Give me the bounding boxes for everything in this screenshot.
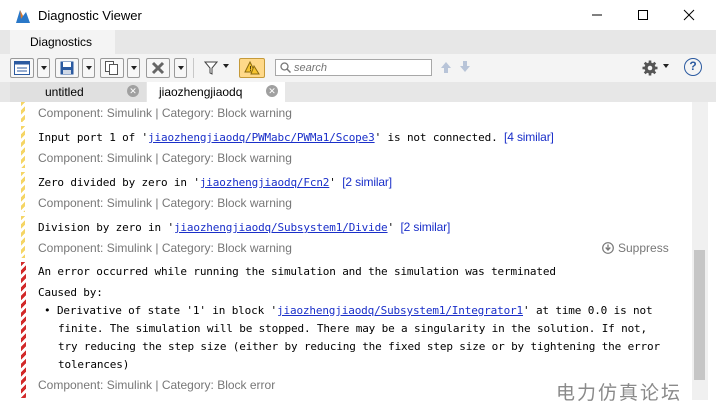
warning-filter-icon: ! (244, 61, 260, 75)
search-icon (280, 62, 291, 73)
toolbar-divider (193, 58, 194, 78)
error-cause-line: finite. The simulation will be stopped. … (58, 322, 648, 335)
message-text: ' (329, 176, 343, 189)
message-text: Derivative of state '1' in block ' (56, 304, 278, 317)
warning-indicator (21, 102, 25, 122)
bullet: • (44, 304, 57, 317)
message-meta: Component: Simulink | Category: Block wa… (38, 241, 292, 255)
minimize-icon (592, 14, 602, 16)
error-cause: • Derivative of state '1' in block 'jiao… (44, 304, 653, 317)
simulink-icon (16, 10, 30, 23)
save-button[interactable] (55, 58, 79, 78)
caused-by-label: Caused by: (38, 286, 103, 299)
message-meta: Component: Simulink | Category: Block er… (38, 378, 276, 392)
copy-icon (105, 61, 118, 75)
warning-message: Division by zero in 'jiaozhengjiaodq/Sub… (38, 220, 450, 234)
message-meta: Component: Simulink | Category: Block wa… (38, 196, 292, 210)
suppress-label: Suppress (618, 241, 669, 255)
close-button[interactable] (666, 0, 712, 30)
watermark: 电力仿真论坛 (556, 382, 683, 404)
suppress-icon (602, 242, 614, 254)
doc-tab-jiaozhengjiaodq[interactable]: jiaozhengjiaodq ✕ (147, 82, 285, 102)
error-cause-line: tolerances) (58, 358, 130, 371)
block-link[interactable]: jiaozhengjiaodq/Subsystem1/Integrator1 (277, 304, 523, 317)
gear-icon (642, 60, 658, 76)
doc-tab-untitled[interactable]: untitled ✕ (10, 82, 146, 102)
close-icon (683, 9, 695, 21)
settings-button[interactable] (642, 58, 662, 78)
close-tab-icon[interactable]: ✕ (266, 85, 278, 97)
minimize-button[interactable] (574, 0, 620, 30)
save-icon (60, 61, 74, 75)
clear-dropdown[interactable] (174, 58, 187, 78)
filter-icon (204, 61, 218, 75)
previous-result-button[interactable] (440, 60, 452, 77)
message-text: Zero divided by zero in ' (38, 176, 200, 189)
window-title: Diagnostic Viewer (38, 8, 142, 23)
message-meta: Component: Simulink | Category: Block wa… (38, 106, 292, 120)
list-view-icon (14, 61, 30, 75)
doc-tab-label: jiaozhengjiaodq (159, 85, 243, 99)
similar-link[interactable]: [2 similar] (401, 220, 451, 234)
suppress-button[interactable]: Suppress (602, 241, 669, 255)
clear-button[interactable] (146, 58, 170, 78)
warning-message: Input port 1 of 'jiaozhengjiaodq/PWMabc/… (38, 130, 554, 144)
next-result-button[interactable] (459, 60, 471, 77)
warning-filter-toggle[interactable]: ! (239, 58, 265, 78)
search-input[interactable] (294, 60, 429, 75)
block-link[interactable]: jiaozhengjiaodq/Subsystem1/Divide (174, 221, 388, 234)
error-indicator (21, 262, 26, 398)
help-icon: ? (689, 59, 697, 73)
block-link[interactable]: jiaozhengjiaodq/PWMabc/PWMa1/Scope3 (148, 131, 375, 144)
error-cause-line: try reducing the step size (either by re… (58, 340, 660, 353)
diagnostics-message-list: Component: Simulink | Category: Block wa… (8, 102, 692, 400)
tab-diagnostics[interactable]: Diagnostics (10, 30, 115, 54)
error-headline: An error occurred while running the simu… (38, 265, 556, 278)
block-link[interactable]: jiaozhengjiaodq/Fcn2 (200, 176, 330, 189)
similar-link[interactable]: [2 similar] (342, 175, 392, 189)
scrollbar-thumb[interactable] (694, 250, 705, 380)
arrow-down-icon (460, 61, 470, 72)
view-mode-button[interactable] (10, 58, 34, 78)
warning-message: Zero divided by zero in 'jiaozhengjiaodq… (38, 175, 392, 189)
arrow-up-icon (441, 62, 451, 73)
message-text: Division by zero in ' (38, 221, 174, 234)
view-mode-dropdown[interactable] (37, 58, 50, 78)
clear-icon (151, 61, 165, 75)
warning-indicator (21, 126, 25, 168)
message-text: ' at time 0.0 is not (523, 304, 653, 317)
help-button[interactable]: ? (684, 58, 702, 76)
doc-tab-label: untitled (45, 85, 84, 99)
message-text: ' is not connected. (374, 131, 505, 144)
message-meta: Component: Simulink | Category: Block wa… (38, 151, 292, 165)
settings-dropdown[interactable] (663, 64, 669, 68)
warning-indicator (21, 172, 25, 212)
similar-link[interactable]: [4 similar] (504, 130, 554, 144)
close-tab-icon[interactable]: ✕ (127, 85, 139, 97)
copy-button[interactable] (100, 58, 124, 78)
filter-dropdown[interactable] (223, 64, 229, 68)
message-text: ' (387, 221, 401, 234)
copy-dropdown[interactable] (127, 58, 140, 78)
warning-indicator (21, 216, 25, 258)
maximize-button[interactable] (620, 0, 666, 30)
message-text: Input port 1 of ' (38, 131, 149, 144)
search-box[interactable] (275, 59, 432, 76)
maximize-icon (638, 10, 648, 20)
filter-button[interactable] (201, 58, 221, 78)
save-dropdown[interactable] (82, 58, 95, 78)
